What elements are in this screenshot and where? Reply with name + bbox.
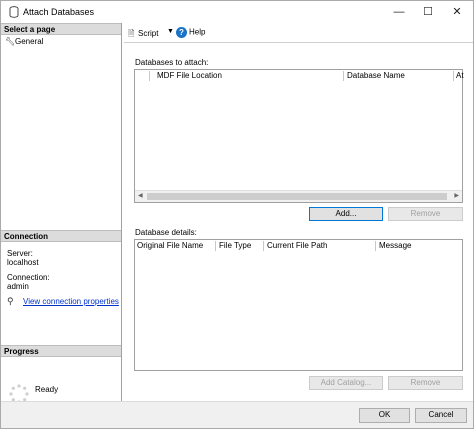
column-header[interactable]: Database Name — [347, 71, 405, 80]
toolbar: 🗎︎ Script ▼ ? Help — [124, 25, 473, 43]
help-button[interactable]: ? Help — [176, 27, 205, 38]
select-page-header: Select a page — [1, 23, 121, 35]
column-header[interactable]: Message — [379, 241, 411, 250]
script-button[interactable]: 🗎︎ Script — [128, 28, 158, 42]
remove-detail-button[interactable]: Remove — [388, 376, 463, 390]
help-icon: ? — [176, 27, 187, 38]
page-item-label: General — [15, 37, 44, 46]
database-details-label: Database details: — [135, 228, 197, 237]
page-item-general[interactable]: 🔧︎General — [5, 36, 43, 48]
scroll-right-icon[interactable]: ▶ — [454, 192, 459, 199]
wrench-icon: 🔧︎ — [5, 37, 16, 46]
dialog-footer: OK Cancel — [1, 401, 473, 428]
close-button[interactable]: ✕ — [442, 1, 472, 23]
server-value: localhost — [7, 258, 39, 267]
column-separator — [149, 71, 150, 81]
script-label: Script — [138, 29, 159, 38]
database-icon — [9, 6, 19, 18]
connection-properties-icon: ⚲ — [7, 296, 14, 306]
script-dropdown-chevron-icon[interactable]: ▼ — [167, 28, 174, 35]
scrollbar-thumb[interactable] — [147, 193, 447, 200]
column-separator — [215, 241, 216, 251]
column-separator — [375, 241, 376, 251]
attach-databases-dialog: Attach Databases — ☐ ✕ Select a page 🔧︎G… — [0, 0, 474, 429]
column-separator — [263, 241, 264, 251]
column-header[interactable]: At — [456, 71, 464, 80]
database-details-grid[interactable]: Original File Name File Type Current Fil… — [134, 239, 463, 371]
databases-to-attach-grid[interactable]: MDF File Location Database Name At ◀ ▶ — [134, 69, 464, 203]
progress-header: Progress — [1, 345, 121, 357]
connection-value: admin — [7, 282, 29, 291]
grid-header: Original File Name File Type Current Fil… — [135, 240, 462, 252]
progress-status: Ready — [35, 385, 59, 394]
window-title: Attach Databases — [23, 7, 95, 17]
column-header[interactable]: File Type — [219, 241, 251, 250]
column-header[interactable]: Current File Path — [267, 241, 327, 250]
grid-header: MDF File Location Database Name At — [135, 70, 464, 82]
horizontal-scrollbar[interactable]: ◀ ▶ — [135, 190, 462, 202]
remove-database-button[interactable]: Remove — [388, 207, 463, 221]
view-connection-properties-link[interactable]: View connection properties — [23, 297, 119, 306]
script-icon: 🗎︎ — [128, 29, 135, 38]
connection-header: Connection — [1, 230, 121, 242]
maximize-button[interactable]: ☐ — [413, 1, 443, 23]
add-catalog-button[interactable]: Add Catalog... — [309, 376, 383, 390]
scroll-left-icon[interactable]: ◀ — [138, 192, 143, 199]
title-bar: Attach Databases — ☐ ✕ — [1, 1, 473, 23]
column-separator — [343, 71, 344, 81]
add-button[interactable]: Add... — [309, 207, 383, 221]
left-panel: Select a page 🔧︎General Connection Serve… — [1, 23, 122, 404]
ok-button[interactable]: OK — [359, 408, 410, 423]
minimize-button[interactable]: — — [384, 1, 414, 23]
cancel-button[interactable]: Cancel — [415, 408, 467, 423]
column-header[interactable]: Original File Name — [137, 241, 203, 250]
help-label: Help — [189, 27, 206, 37]
databases-to-attach-label: Databases to attach: — [135, 58, 209, 67]
column-header[interactable]: MDF File Location — [157, 71, 222, 80]
column-separator — [453, 71, 454, 81]
